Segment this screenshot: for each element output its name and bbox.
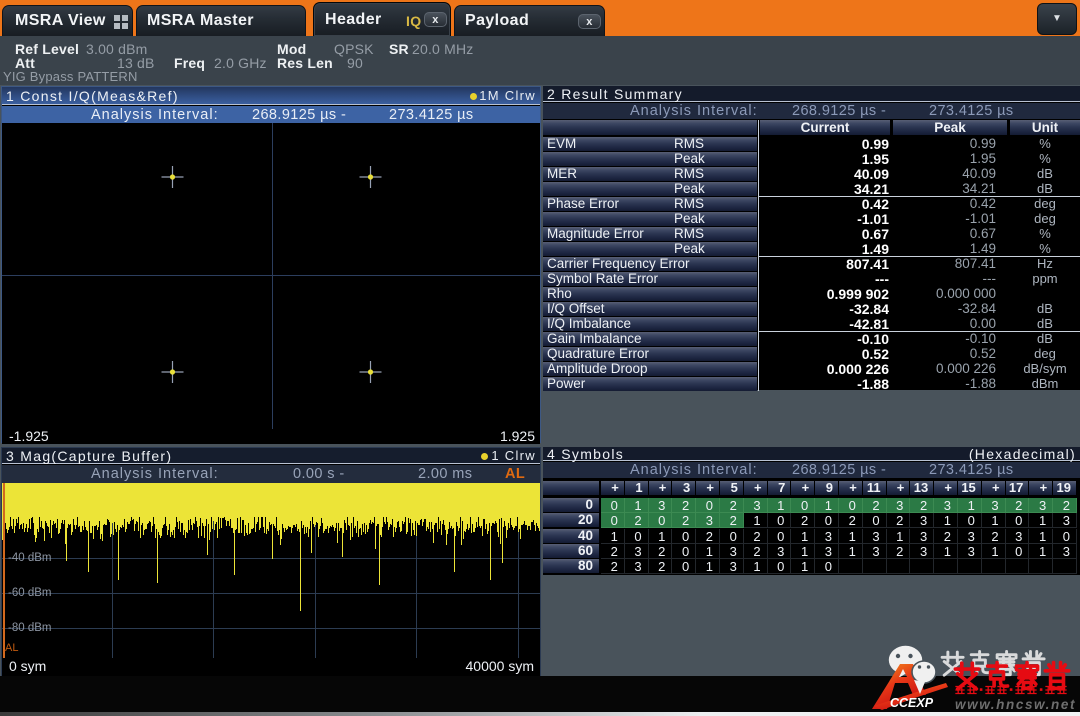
svg-text:www.hncsw.net: www.hncsw.net — [955, 697, 1076, 712]
svg-text:CCEXP: CCEXP — [890, 696, 934, 710]
